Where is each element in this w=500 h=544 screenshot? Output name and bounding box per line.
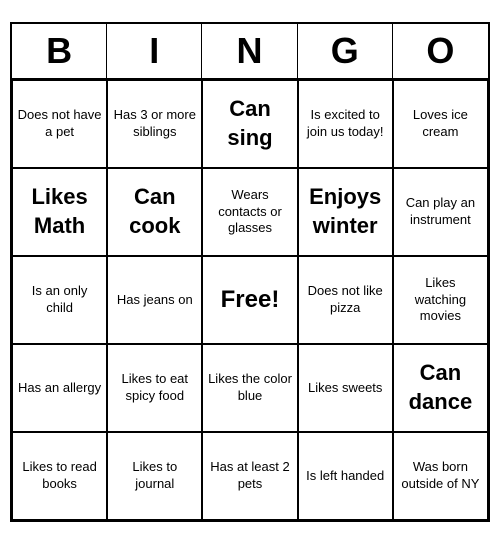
- header-letter-I: I: [107, 24, 202, 78]
- bingo-cell-24[interactable]: Was born outside of NY: [393, 432, 488, 520]
- header-letter-O: O: [393, 24, 488, 78]
- bingo-cell-7[interactable]: Wears contacts or glasses: [202, 168, 297, 256]
- bingo-cell-23[interactable]: Is left handed: [298, 432, 393, 520]
- bingo-cell-18[interactable]: Likes sweets: [298, 344, 393, 432]
- header-letter-N: N: [202, 24, 297, 78]
- header-letter-G: G: [298, 24, 393, 78]
- bingo-cell-8[interactable]: Enjoys winter: [298, 168, 393, 256]
- bingo-cell-4[interactable]: Loves ice cream: [393, 80, 488, 168]
- bingo-grid: Does not have a petHas 3 or more sibling…: [12, 80, 488, 520]
- bingo-cell-9[interactable]: Can play an instrument: [393, 168, 488, 256]
- bingo-cell-16[interactable]: Likes to eat spicy food: [107, 344, 202, 432]
- header-letter-B: B: [12, 24, 107, 78]
- bingo-cell-22[interactable]: Has at least 2 pets: [202, 432, 297, 520]
- bingo-cell-14[interactable]: Likes watching movies: [393, 256, 488, 344]
- bingo-cell-1[interactable]: Has 3 or more siblings: [107, 80, 202, 168]
- bingo-header: BINGO: [12, 24, 488, 80]
- bingo-card: BINGO Does not have a petHas 3 or more s…: [10, 22, 490, 522]
- bingo-cell-17[interactable]: Likes the color blue: [202, 344, 297, 432]
- bingo-cell-10[interactable]: Is an only child: [12, 256, 107, 344]
- bingo-cell-21[interactable]: Likes to journal: [107, 432, 202, 520]
- bingo-cell-19[interactable]: Can dance: [393, 344, 488, 432]
- bingo-cell-6[interactable]: Can cook: [107, 168, 202, 256]
- bingo-cell-12[interactable]: Free!: [202, 256, 297, 344]
- bingo-cell-13[interactable]: Does not like pizza: [298, 256, 393, 344]
- bingo-cell-5[interactable]: Likes Math: [12, 168, 107, 256]
- bingo-cell-20[interactable]: Likes to read books: [12, 432, 107, 520]
- bingo-cell-2[interactable]: Can sing: [202, 80, 297, 168]
- bingo-cell-3[interactable]: Is excited to join us today!: [298, 80, 393, 168]
- bingo-cell-15[interactable]: Has an allergy: [12, 344, 107, 432]
- bingo-cell-0[interactable]: Does not have a pet: [12, 80, 107, 168]
- bingo-cell-11[interactable]: Has jeans on: [107, 256, 202, 344]
